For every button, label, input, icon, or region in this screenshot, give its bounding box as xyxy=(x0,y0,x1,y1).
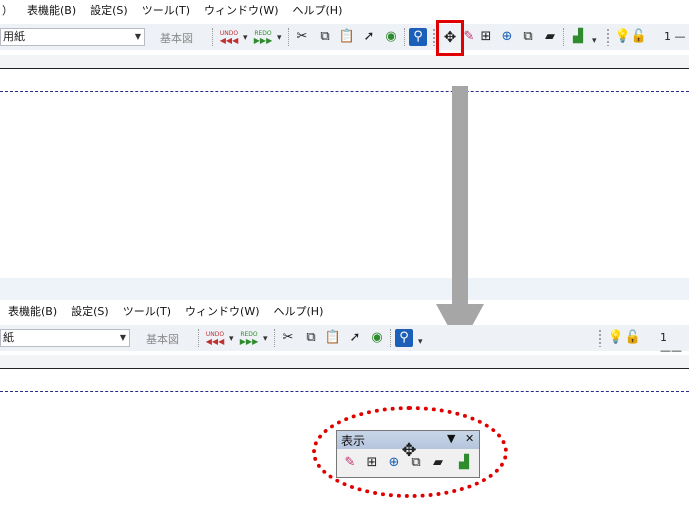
basic-figure-button[interactable]: 基本図 xyxy=(146,331,179,347)
zoom-pen-icon[interactable]: ◉ xyxy=(368,329,386,347)
palette-close-icon[interactable]: ✕ xyxy=(465,432,474,445)
menu-item-tools[interactable]: ツール(T) xyxy=(123,303,171,319)
scissors-icon[interactable]: ✂ xyxy=(279,329,297,347)
menu-item-tools[interactable]: ツール(T) xyxy=(142,2,190,18)
magnifier-icon[interactable]: ⚲ xyxy=(409,28,427,46)
bottom-menubar: 表機能(B) 設定(S) ツール(T) ウィンドウ(W) ヘルプ(H) xyxy=(0,301,689,321)
redo-icon[interactable]: REDO ▶▶▶ xyxy=(240,329,258,347)
layer-value[interactable]: 1 —— xyxy=(660,331,689,357)
highlight-box xyxy=(436,20,464,56)
lock-icon[interactable]: 🔓 xyxy=(624,329,642,347)
overlap-frame-icon[interactable]: ⧉ xyxy=(519,28,537,46)
fit-frame-icon[interactable]: ⊞ xyxy=(363,454,381,472)
down-arrow-shaft xyxy=(452,86,468,306)
cursor-icon[interactable]: ➚ xyxy=(346,329,364,347)
redo-dropdown-icon[interactable]: ▾ xyxy=(263,334,268,344)
layer-sheet-icon[interactable]: ▰ xyxy=(541,28,559,46)
paste-icon[interactable]: 📋 xyxy=(338,28,356,46)
undo-dropdown-icon[interactable]: ▾ xyxy=(243,33,248,43)
magnifier-icon[interactable]: ⚲ xyxy=(395,329,413,347)
undo-icon[interactable]: UNDO ◀◀◀ xyxy=(206,329,224,347)
toolbar-separator xyxy=(563,28,564,46)
zoom-pen-icon[interactable]: ◉ xyxy=(382,28,400,46)
menu-item-prev[interactable]: ） xyxy=(2,2,13,18)
layer-value[interactable]: 1 — xyxy=(664,30,686,43)
toolbar-separator xyxy=(212,28,213,46)
menu-item-table[interactable]: 表機能(B) xyxy=(8,303,57,319)
bottom-toolbar: 紙 ▼ 基本図 UNDO ◀◀◀ ▾ REDO ▶▶▶ ▾ ✂ ⧉ 📋 ➚ ◉ ⚲ … xyxy=(0,325,689,357)
menu-item-table[interactable]: 表機能(B) xyxy=(27,2,76,18)
menu-item-help[interactable]: ヘルプ(H) xyxy=(274,303,324,319)
scissors-icon[interactable]: ✂ xyxy=(293,28,311,46)
undo-dropdown-icon[interactable]: ▾ xyxy=(229,334,234,344)
redo-icon[interactable]: REDO ▶▶▶ xyxy=(254,28,272,46)
copy-icon[interactable]: ⧉ xyxy=(302,329,320,347)
cursor-icon[interactable]: ➚ xyxy=(360,28,378,46)
toolbar-grip[interactable] xyxy=(606,28,610,46)
palette-title: 表示 xyxy=(341,433,366,448)
layer-sheet-icon[interactable]: ▰ xyxy=(429,454,447,472)
top-boundary-line xyxy=(0,91,689,92)
paper-size-combo[interactable]: 用紙 ▼ xyxy=(0,28,145,46)
menu-item-settings[interactable]: 設定(S) xyxy=(90,2,128,18)
top-toolbar: 用紙 ▼ 基本図 UNDO ◀◀◀ ▾ REDO ▶▶▶ ▾ ✂ ⧉ 📋 ➚ ◉ ⚲… xyxy=(0,24,689,50)
top-menubar: ） 表機能(B) 設定(S) ツール(T) ウィンドウ(W) ヘルプ(H) xyxy=(0,0,689,20)
toolbar-separator xyxy=(274,329,275,347)
toolbar-separator xyxy=(288,28,289,46)
zoom-in-frame-icon[interactable]: ⊕ xyxy=(498,28,516,46)
lightbulb-icon[interactable]: 💡 xyxy=(607,329,625,347)
canvas-footer-strip xyxy=(0,278,689,300)
paint-icon[interactable]: ▟ xyxy=(455,454,473,472)
toolbar-overflow-icon[interactable]: ▾ xyxy=(418,337,423,347)
top-ruler xyxy=(0,55,689,69)
menu-item-settings[interactable]: 設定(S) xyxy=(71,303,109,319)
toolbar-overflow-icon[interactable]: ▾ xyxy=(592,36,597,46)
redo-dropdown-icon[interactable]: ▾ xyxy=(277,33,282,43)
menu-item-window[interactable]: ウィンドウ(W) xyxy=(204,2,278,18)
toolbar-separator xyxy=(390,329,391,347)
move-cursor-icon: ✥ xyxy=(401,440,417,461)
undo-icon[interactable]: UNDO ◀◀◀ xyxy=(220,28,238,46)
paste-icon[interactable]: 📋 xyxy=(324,329,342,347)
bottom-ruler xyxy=(0,355,689,369)
chevron-down-icon: ▼ xyxy=(119,333,126,342)
bottom-boundary-line xyxy=(0,391,689,392)
paper-size-combo[interactable]: 紙 ▼ xyxy=(0,329,130,347)
menu-item-window[interactable]: ウィンドウ(W) xyxy=(185,303,259,319)
chevron-down-icon: ▼ xyxy=(134,32,141,41)
menu-item-help[interactable]: ヘルプ(H) xyxy=(293,2,343,18)
toolbar-separator xyxy=(404,28,405,46)
pen-icon[interactable]: ✎ xyxy=(341,454,359,472)
toolbar-separator xyxy=(198,329,199,347)
toolbar-grip[interactable] xyxy=(598,329,602,347)
lock-icon[interactable]: 🔓 xyxy=(630,28,648,46)
palette-menu-icon[interactable]: ▼ xyxy=(447,432,455,445)
fit-frame-icon[interactable]: ⊞ xyxy=(477,28,495,46)
paint-icon[interactable]: ▟ xyxy=(569,28,587,46)
copy-icon[interactable]: ⧉ xyxy=(316,28,334,46)
basic-figure-button[interactable]: 基本図 xyxy=(160,30,193,46)
